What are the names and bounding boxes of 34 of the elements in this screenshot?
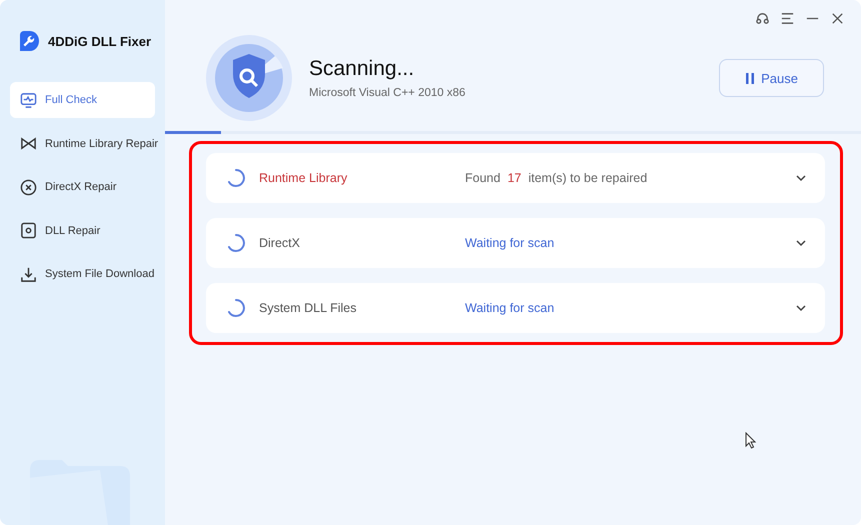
sidebar-item[interactable]: System File Download xyxy=(10,256,155,292)
scan-subtitle: Microsoft Visual C++ 2010 x86 xyxy=(309,87,466,99)
download-icon xyxy=(20,266,37,282)
category-name: Runtime Library xyxy=(259,171,348,185)
gear-box-icon xyxy=(20,222,37,239)
sidebar-item[interactable]: Full Check xyxy=(10,82,155,118)
monitor-icon xyxy=(20,92,37,108)
close-icon[interactable] xyxy=(830,11,845,26)
menu-icon[interactable] xyxy=(780,11,795,26)
headset-icon[interactable] xyxy=(755,11,770,26)
sidebar-item[interactable]: DirectX Repair xyxy=(10,169,155,205)
sidebar-item[interactable]: DLL Repair xyxy=(10,212,155,248)
issue-count: 17 xyxy=(507,171,522,185)
pause-button[interactable]: Pause xyxy=(719,59,824,97)
app-name: 4DDiG DLL Fixer xyxy=(48,34,152,48)
result-row[interactable]: System DLL Files Waiting for scan xyxy=(206,283,825,333)
pause-icon xyxy=(745,72,756,84)
status-text: Waiting for scan xyxy=(465,301,554,315)
category-name: System DLL Files xyxy=(259,301,358,315)
status-text: item(s) to be repaired xyxy=(528,171,648,185)
spinner-icon xyxy=(226,233,246,253)
x-circle-icon xyxy=(20,178,37,196)
spinner-icon xyxy=(226,168,246,188)
status-text: Found xyxy=(465,171,500,185)
category-name: DirectX xyxy=(259,236,301,250)
shield-search-icon xyxy=(205,34,293,122)
scan-title: Scanning... xyxy=(309,57,416,81)
bowtie-icon xyxy=(20,135,37,152)
wrench-logo-icon xyxy=(18,30,40,52)
mouse-cursor-icon xyxy=(745,432,757,450)
status-text: Waiting for scan xyxy=(465,236,554,250)
result-row[interactable]: DirectX Waiting for scan xyxy=(206,218,825,268)
result-row[interactable]: Runtime Library Found 17 item(s) to be repaired xyxy=(206,153,825,203)
spinner-icon xyxy=(226,298,246,318)
